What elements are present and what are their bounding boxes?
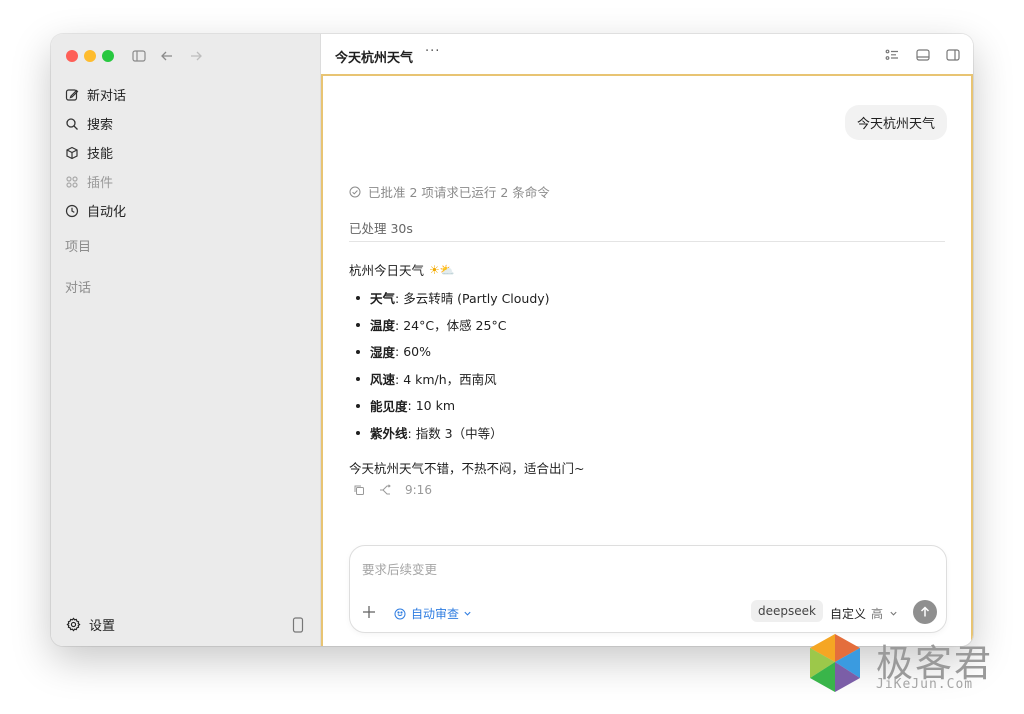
bullet-key: 紫外线 (370, 426, 408, 441)
sidebar-nav: 新对话 搜索 技能 插件 自动化 (65, 80, 305, 225)
reasoning-level-label: 高 (871, 607, 884, 621)
sun-cloud-icon: ☀⛅ (429, 262, 455, 277)
sidebar-item-search[interactable]: 搜索 (65, 109, 305, 138)
terminal-panel-icon[interactable] (915, 47, 931, 63)
weather-list: 天气: 多云转晴 (Partly Cloudy) 温度: 24°C，体感 25°… (349, 284, 550, 446)
fork-icon[interactable] (379, 484, 391, 496)
user-message-bubble: 今天杭州天气 (844, 105, 947, 140)
arrow-up-icon (919, 606, 931, 618)
answer-title-text: 杭州今日天气 (349, 263, 425, 278)
message-time: 9:16 (405, 483, 432, 497)
sidebar-item-skills[interactable]: 技能 (65, 138, 305, 167)
bullet-key: 湿度 (370, 345, 396, 360)
clock-icon (65, 204, 79, 218)
bullet-key: 能见度 (370, 399, 408, 414)
main-panel: 今天杭州天气 ··· 今天杭州天气 已批准 2 项请求已运行 2 条命令 已处理… (321, 34, 973, 646)
edit-icon (65, 88, 79, 102)
sidebar-item-automation[interactable]: 自动化 (65, 196, 305, 225)
composer-input[interactable]: 要求后续变更 (362, 559, 437, 578)
closing-text: 今天杭州天气不错，不热不闷，适合出门~ (349, 461, 585, 476)
copy-icon[interactable] (353, 484, 365, 496)
back-arrow-icon[interactable] (159, 48, 175, 64)
sidebar-item-label: 插件 (87, 176, 114, 191)
side-panel-icon[interactable] (945, 47, 961, 63)
sidebar-item-label: 技能 (87, 147, 114, 162)
window-controls (66, 50, 114, 62)
top-bar: 今天杭州天气 ··· (321, 34, 973, 76)
settings-button[interactable]: 设置 (66, 615, 115, 634)
chevron-down-icon (889, 609, 898, 618)
divider (349, 241, 945, 242)
message-actions: 9:16 (353, 483, 432, 497)
bullet-value: : 24°C，体感 25°C (395, 318, 507, 333)
bullet-value: : 多云转晴 (Partly Cloudy) (395, 291, 550, 306)
approved-status[interactable]: 已批准 2 项请求已运行 2 条命令 (349, 182, 550, 201)
auto-review-label: 自动审查 (411, 607, 460, 621)
section-projects: 项目 (65, 240, 92, 255)
page-title: 今天杭州天气 (335, 51, 414, 66)
list-item: 紫外线: 指数 3（中等） (349, 419, 550, 446)
section-chats: 对话 (65, 281, 92, 296)
chevron-down-icon (463, 609, 472, 618)
list-icon[interactable] (884, 47, 900, 63)
sidebar-item-label: 搜索 (87, 118, 114, 133)
review-icon (394, 608, 406, 620)
list-item: 温度: 24°C，体感 25°C (349, 311, 550, 338)
minimize-window-button[interactable] (84, 50, 96, 62)
bullet-key: 温度 (370, 318, 396, 333)
answer-title: 杭州今日天气 ☀⛅ (349, 260, 455, 279)
app-window: 新对话 搜索 技能 插件 自动化 项目 对话 设置 今天杭州天气 ··· 今天杭… (51, 34, 973, 646)
watermark-subtext: JiKeJun.Com (876, 677, 974, 692)
sidebar-item-label: 自动化 (87, 205, 127, 220)
close-window-button[interactable] (66, 50, 78, 62)
zoom-window-button[interactable] (102, 50, 114, 62)
bullet-value: : 60% (395, 344, 431, 359)
model-chip[interactable]: deepseek (751, 600, 823, 622)
sidebar-item-new-chat[interactable]: 新对话 (65, 80, 305, 109)
bullet-value: : 指数 3（中等） (407, 426, 503, 441)
processed-time[interactable]: 已处理 30s (349, 218, 413, 237)
watermark-logo-icon (810, 634, 860, 692)
message-composer[interactable]: 要求后续变更 自动审查 deepseek 自定义 高 (349, 545, 947, 633)
list-item: 天气: 多云转晴 (Partly Cloudy) (349, 284, 550, 311)
cube-icon (65, 146, 79, 160)
bullet-key: 风速 (370, 372, 396, 387)
bullet-value: : 10 km (407, 398, 455, 413)
list-item: 风速: 4 km/h，西南风 (349, 365, 550, 392)
sidebar-item-label: 新对话 (87, 89, 127, 104)
list-item: 湿度: 60% (349, 338, 550, 365)
settings-label: 设置 (89, 619, 116, 634)
auto-review-dropdown[interactable]: 自动审查 (394, 605, 472, 622)
grid-icon (65, 175, 79, 189)
more-options-button[interactable]: ··· (425, 44, 440, 59)
send-button[interactable] (913, 600, 937, 624)
approved-status-text: 已批准 2 项请求已运行 2 条命令 (368, 185, 550, 200)
phone-icon[interactable] (292, 617, 304, 633)
forward-arrow-icon[interactable] (188, 48, 204, 64)
sidebar: 新对话 搜索 技能 插件 自动化 项目 对话 设置 (51, 34, 321, 646)
search-icon (65, 117, 79, 131)
sidebar-toggle-icon[interactable] (131, 48, 147, 64)
bullet-key: 天气 (370, 291, 396, 306)
check-circle-icon (349, 186, 361, 198)
gear-icon (66, 617, 81, 632)
list-item: 能见度: 10 km (349, 392, 550, 419)
sidebar-item-plugins[interactable]: 插件 (65, 167, 305, 196)
plus-icon[interactable] (362, 604, 376, 618)
custom-mode-button[interactable]: 自定义 (830, 605, 866, 622)
bullet-value: : 4 km/h，西南风 (395, 372, 497, 387)
reasoning-level-dropdown[interactable]: 高 (871, 605, 898, 622)
